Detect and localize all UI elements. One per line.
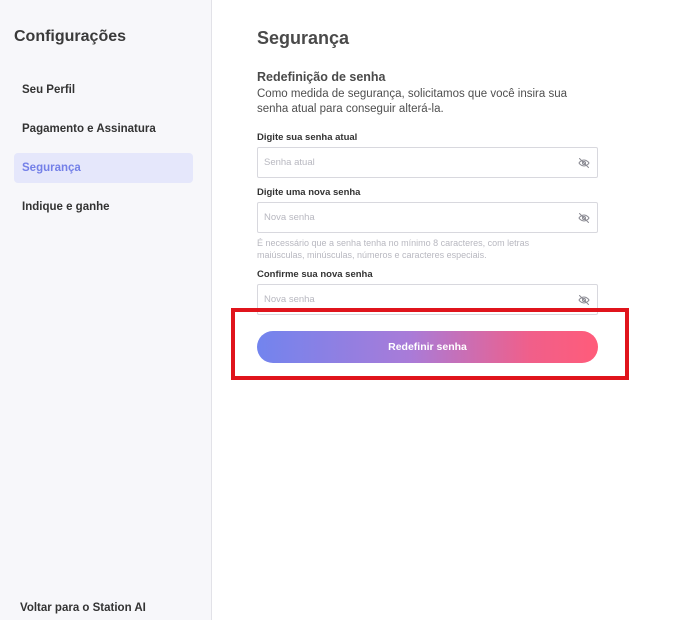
password-requirements-hint: É necessário que a senha tenha no mínimo… (257, 238, 530, 260)
eye-off-icon[interactable] (578, 294, 590, 306)
new-password-input[interactable] (264, 203, 564, 232)
new-password-label: Digite uma nova senha (257, 187, 361, 198)
new-password-field (257, 202, 598, 233)
sidebar-item-label: Segurança (22, 162, 81, 174)
sidebar: Configurações Seu Perfil Pagamento e Ass… (0, 0, 212, 620)
sidebar-item-payment[interactable]: Pagamento e Assinatura (14, 114, 193, 144)
sidebar-item-security[interactable]: Segurança (14, 153, 193, 183)
current-password-input[interactable] (264, 148, 564, 177)
back-to-station-link[interactable]: Voltar para o Station AI (20, 602, 146, 614)
eye-off-icon[interactable] (578, 212, 590, 224)
sidebar-item-referral[interactable]: Indique e ganhe (14, 192, 193, 222)
sidebar-item-profile[interactable]: Seu Perfil (14, 75, 193, 105)
eye-off-icon[interactable] (578, 157, 590, 169)
highlight-box (231, 308, 629, 380)
sidebar-title: Configurações (14, 28, 127, 45)
page-title: Segurança (257, 28, 350, 48)
sidebar-item-label: Seu Perfil (22, 84, 76, 96)
sidebar-item-label: Pagamento e Assinatura (22, 123, 156, 135)
current-password-field (257, 147, 598, 178)
sidebar-item-label: Indique e ganhe (22, 201, 110, 213)
section-title: Redefinição de senha (257, 70, 386, 84)
section-description: Como medida de segurança, solicitamos qu… (257, 88, 568, 115)
confirm-password-label: Confirme sua nova senha (257, 269, 373, 280)
current-password-label: Digite sua senha atual (257, 132, 358, 143)
